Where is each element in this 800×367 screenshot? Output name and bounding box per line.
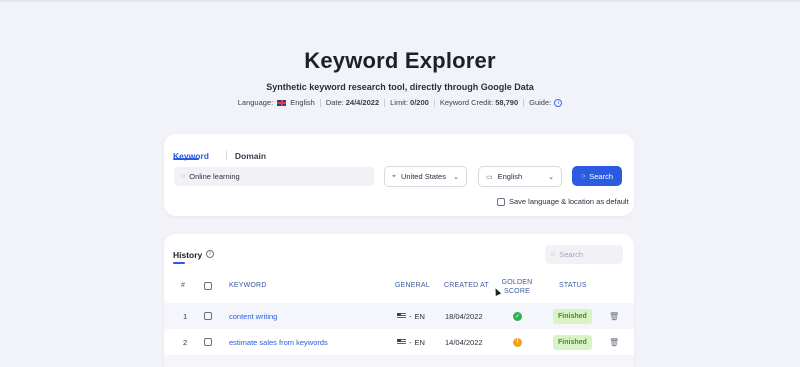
column-header-general[interactable]: GENERAL [395,282,430,289]
column-header-created-at[interactable]: CREATED AT [444,282,489,289]
search-icon: ○ [581,172,586,180]
search-tabs: Keyword Domain [173,146,266,164]
meta-limit-label: Limit: [390,98,409,107]
page-subtitle: Synthetic keyword research tool, directl… [266,82,534,92]
language-select-value: English [497,172,523,181]
us-flag-icon [397,339,406,345]
guide-info-icon[interactable]: i [554,98,563,107]
location-select-value: United States [400,172,446,181]
row-index: 1 [183,311,188,321]
tab-domain[interactable]: Domain [235,146,266,164]
row-general-lang: EN [414,337,425,347]
tab-domain-label: Domain [234,151,267,161]
row-status: Finished [553,303,592,329]
translate-icon: ▭ [486,173,493,181]
select-all-checkbox[interactable] [204,282,212,292]
meta-bar: Language: English Date: 24/4/2022 Limit:… [0,98,800,107]
meta-language-value: English [290,98,315,107]
row-keyword-link[interactable]: content writing [229,303,277,329]
meta-guide: Guide: i [524,98,567,107]
uk-flag-icon [277,99,287,106]
search-icon: ○ [551,251,556,258]
save-default-option[interactable]: Save language & location as default [497,197,629,206]
row-status: Finished [553,329,592,355]
meta-date-value: 24/4/2022 [345,98,380,107]
language-select[interactable]: ▭ English ⌄ [478,166,562,187]
meta-limit-value: 0/200 [410,98,429,107]
table-row[interactable]: 2 estimate sales from keywords - EN 14/0… [164,329,634,355]
search-button-label: Search [589,171,613,181]
page-title: Keyword Explorer [304,48,496,73]
history-title: History [173,250,203,260]
keyword-input[interactable]: ○ Online learning [174,167,374,186]
history-card: History i ○ Search # KEYWORD GENERAL CRE… [164,234,634,367]
location-select[interactable]: ⌖ United States ⌄ [384,166,467,187]
row-golden-score: ! [513,329,522,355]
tab-keyword[interactable]: Keyword [173,146,209,164]
row-checkbox[interactable] [204,303,212,329]
active-tab-indicator [173,158,199,160]
row-golden-score: ✓ [513,303,522,329]
row-index: 2 [183,337,188,347]
keyword-search-card: Keyword Domain ○ Online learning ⌖ Unite… [164,134,634,216]
column-header-golden-score[interactable]: GOLDEN SCORE [500,278,534,296]
meta-date: Date: 24/4/2022 [321,98,384,107]
row-general-lang: EN [414,311,425,321]
meta-limit: Limit: 0/200 [385,98,434,107]
row-checkbox[interactable] [204,329,212,355]
search-button[interactable]: ○ Search [572,166,622,186]
save-default-checkbox[interactable] [497,197,505,206]
history-title-underline [173,262,185,264]
row-general: - EN [397,303,425,329]
meta-credit-label: Keyword Credit: [439,98,494,107]
status-badge: Finished [553,308,592,324]
trash-icon[interactable]: 🗑 [609,329,619,355]
page-header: Keyword Explorer Synthetic keyword resea… [0,48,800,107]
check-circle-icon: ✓ [513,311,522,321]
meta-credit-value: 58,790 [495,98,519,107]
meta-language: Language: English [233,98,320,107]
trash-icon[interactable]: 🗑 [609,303,619,329]
meta-date-label: Date: [325,98,344,107]
history-search-placeholder: Search [559,250,583,259]
row-keyword-link[interactable]: estimate sales from keywords [229,329,328,355]
location-pin-icon: ⌖ [392,172,396,180]
row-created-at: 14/04/2022 [445,337,483,347]
table-row[interactable] [164,355,634,367]
column-header-status[interactable]: STATUS [559,282,587,289]
status-badge: Finished [553,334,592,350]
column-header-keyword[interactable]: KEYWORD [229,282,267,289]
row-general: - EN [397,329,425,355]
tab-divider [225,150,227,160]
search-icon: ○ [181,173,186,180]
warning-circle-icon: ! [513,337,522,347]
meta-language-label: Language: [237,98,274,107]
keyword-input-value: Online learning [189,172,240,181]
top-border [0,0,800,2]
table-row[interactable]: 1 content writing - EN 18/04/2022 ✓ Fini… [164,303,634,329]
history-search-input[interactable]: ○ Search [545,245,623,264]
column-header-index: # [181,282,186,289]
chevron-down-icon: ⌄ [548,173,554,181]
save-default-label: Save language & location as default [509,197,629,206]
us-flag-icon [397,313,406,319]
meta-guide-label: Guide: [529,98,552,107]
info-icon[interactable]: i [206,250,214,258]
meta-credit: Keyword Credit: 58,790 [435,98,523,107]
row-created-at: 18/04/2022 [445,311,483,321]
chevron-down-icon: ⌄ [453,173,459,181]
